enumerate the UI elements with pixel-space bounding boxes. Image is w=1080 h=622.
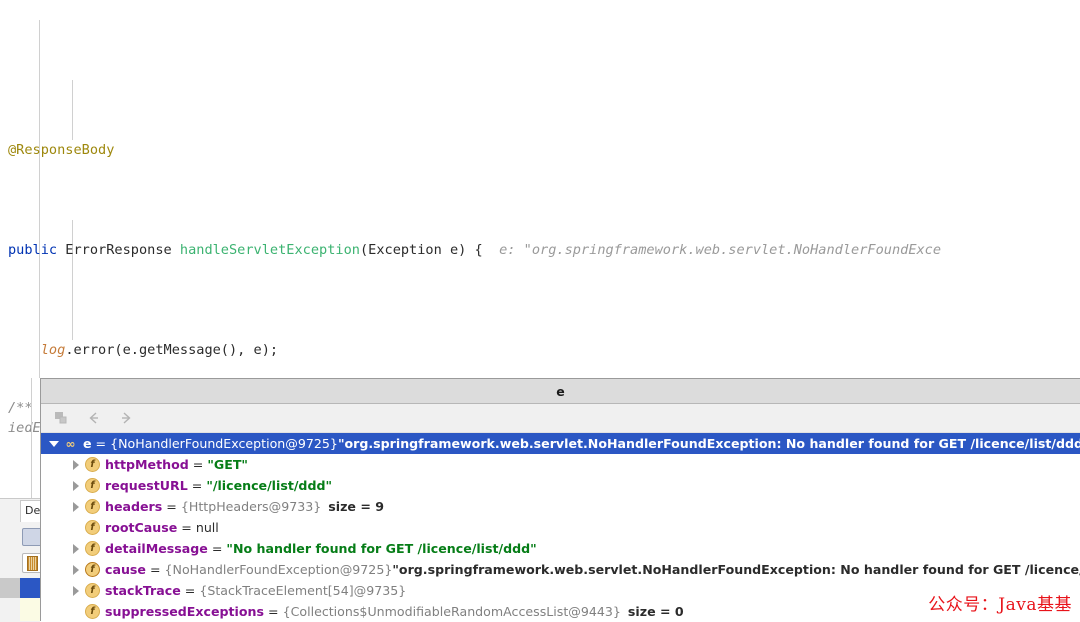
variable-tree-row[interactable]: f headers = {HttpHeaders@9733} size = 9 (41, 496, 1080, 517)
variable-reference: {NoHandlerFoundException@9725} (164, 562, 393, 577)
annotation-token: @ResponseBody (8, 142, 115, 158)
copy-value-icon[interactable] (53, 409, 71, 427)
code-line[interactable]: @ResponseBody (0, 140, 1080, 160)
ide-window: @ResponseBody public ErrorResponse handl… (0, 0, 1080, 622)
chevron-right-icon[interactable] (69, 458, 83, 472)
field-icon: f (85, 520, 100, 535)
variable-name: cause (105, 562, 146, 577)
variable-reference: {Collections$UnmodifiableRandomAccessLis… (282, 604, 621, 619)
background-comment-1: /** (8, 400, 33, 416)
equals-sign: = (268, 604, 279, 619)
popup-title: e (556, 383, 565, 399)
equals-sign: = (166, 499, 177, 514)
code-editor[interactable]: @ResponseBody public ErrorResponse handl… (0, 0, 1080, 378)
debugger-frames-icon[interactable] (22, 528, 42, 546)
equals-sign: = (191, 478, 203, 493)
reference-icon: ∞ (65, 436, 76, 451)
variable-name: e (83, 436, 92, 451)
inline-hint-e: e: "org.springframework.web.servlet.NoHa… (499, 242, 942, 258)
variable-name: httpMethod (105, 457, 189, 472)
variable-value: null (195, 520, 219, 535)
tool-window-row (0, 578, 20, 598)
field-icon: f (85, 583, 100, 598)
field-icon: f (85, 541, 100, 556)
variable-value: "/licence/list/ddd" (206, 478, 333, 493)
equals-sign: = (184, 583, 196, 598)
indent-guide (72, 220, 73, 340)
equals-sign: = (181, 520, 192, 535)
equals-sign: = (192, 457, 204, 472)
watermark: 公众号：Java基基 (928, 595, 1072, 615)
variable-tree[interactable]: ∞ e = {NoHandlerFoundException@9725} "org.s… (41, 433, 1080, 621)
variable-tree-row[interactable]: f stackTrace = {StackTraceElement[54]@9735} (41, 580, 1080, 601)
variable-name: stackTrace (105, 583, 181, 598)
variable-reference: {HttpHeaders@9733} (180, 499, 322, 514)
equals-sign: = (149, 562, 161, 577)
code-line[interactable]: log.error(e.getMessage(), e); (0, 340, 1080, 360)
tool-window-selected-row (20, 578, 40, 598)
variable-value: "org.springframework.web.servlet.NoHandl… (392, 562, 1080, 577)
chevron-right-icon[interactable] (69, 542, 83, 556)
variable-tree-row[interactable]: f cause = {NoHandlerFoundException@9725} "o… (41, 559, 1080, 580)
equals-sign: = (211, 541, 223, 556)
type-token: Exception (368, 242, 442, 258)
variable-reference: {NoHandlerFoundException@9725} (110, 436, 338, 451)
equals-sign: = (95, 436, 107, 451)
collection-size: size = 9 (328, 499, 385, 514)
popup-title-bar: e (41, 379, 1080, 404)
chevron-right-icon[interactable] (69, 563, 83, 577)
variable-name: rootCause (105, 520, 178, 535)
code-line[interactable]: public ErrorResponse handleServletExcept… (0, 240, 1080, 260)
collection-size: size = 0 (627, 604, 684, 619)
popup-toolbar[interactable] (41, 404, 1080, 433)
debugger-value-popup[interactable]: e ∞ e = {NoHandlerFoundException@9725} "… (40, 378, 1080, 621)
final-field-icon: f (85, 562, 100, 577)
variable-name: requestURL (105, 478, 188, 493)
field-icon: f (85, 457, 100, 472)
arrow-right-icon[interactable] (117, 409, 135, 427)
indent-guide (39, 20, 40, 378)
variable-name: headers (105, 499, 163, 514)
method-name-token: handleServletException (179, 242, 360, 258)
chevron-right-icon[interactable] (69, 500, 83, 514)
variable-reference: {StackTraceElement[54]@9735} (199, 583, 407, 598)
variable-tree-row[interactable]: f detailMessage = "No handler found for GET… (41, 538, 1080, 559)
variable-tree-row[interactable]: ∞ e = {NoHandlerFoundException@9725} "org.s… (41, 433, 1080, 454)
field-icon: f (85, 499, 100, 514)
type-token: ErrorResponse (65, 242, 172, 258)
chevron-right-icon[interactable] (69, 584, 83, 598)
tool-window-highlight-row (20, 598, 40, 621)
field-icon: f (85, 478, 100, 493)
variable-tree-row[interactable]: f requestURL = "/licence/list/ddd" (41, 475, 1080, 496)
editor-vertical-separator (31, 378, 32, 498)
variable-value: "No handler found for GET /licence/list/… (226, 541, 537, 556)
variable-name: suppressedExceptions (105, 604, 264, 619)
variable-tree-row[interactable]: f httpMethod = "GET" (41, 454, 1080, 475)
indent-guide (72, 80, 73, 140)
field-icon: f (85, 604, 100, 619)
background-comment-2: iedExc (8, 420, 40, 436)
chevron-down-icon[interactable] (47, 437, 61, 451)
arrow-left-icon[interactable] (85, 409, 103, 427)
variable-name: detailMessage (105, 541, 208, 556)
variable-tree-row[interactable]: f suppressedExceptions = {Collections$Unmod… (41, 601, 1080, 621)
variable-value: "GET" (207, 457, 248, 472)
keyword-token: public (8, 242, 58, 258)
background-code-fragment: /** iedExc (0, 378, 40, 498)
chevron-right-icon[interactable] (69, 479, 83, 493)
variable-value: "org.springframework.web.servlet.NoHandl… (337, 436, 1080, 451)
static-field-token: log (40, 342, 66, 358)
debugger-variables-icon[interactable] (22, 553, 42, 573)
variable-tree-row[interactable]: f rootCause = null (41, 517, 1080, 538)
